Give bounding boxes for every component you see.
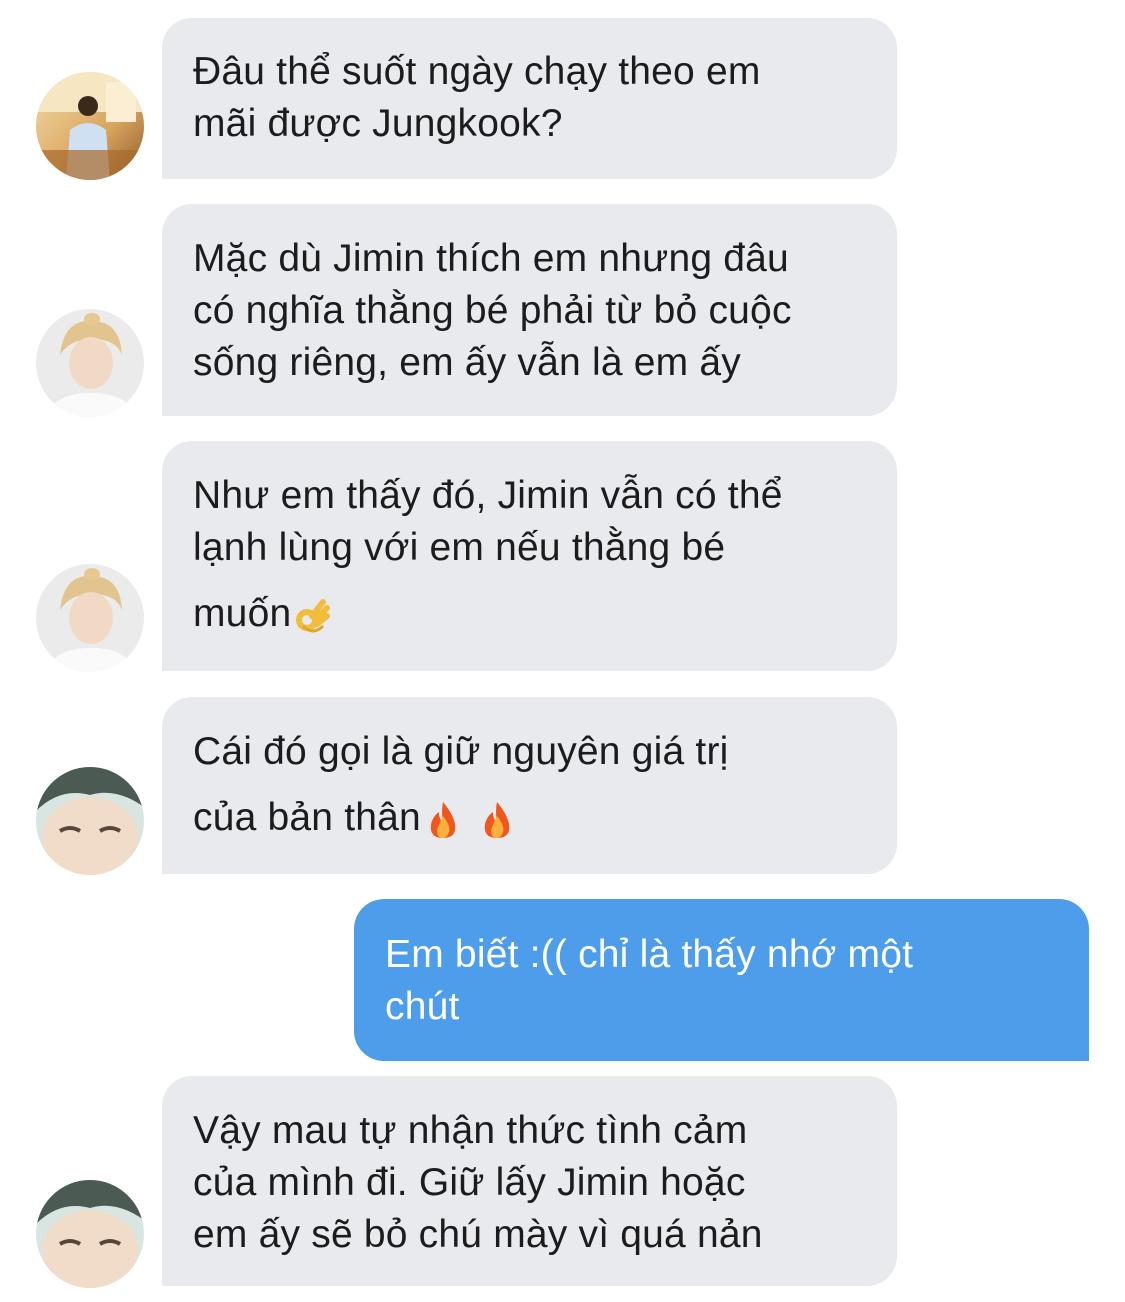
sender-avatar-6[interactable] bbox=[36, 1180, 144, 1288]
sender-avatar-1[interactable] bbox=[36, 72, 144, 180]
message-text: muốn bbox=[193, 592, 292, 635]
fire-emoji-icon bbox=[477, 800, 517, 840]
message-text-line: chút bbox=[385, 985, 460, 1028]
incoming-message-6[interactable]: Vậy mau tự nhận thức tình cảm của mình đ… bbox=[162, 1076, 897, 1286]
fire-emoji-icon bbox=[423, 800, 463, 840]
incoming-message-3[interactable]: Như em thấy đó, Jimin vẫn có thể lạnh lù… bbox=[162, 441, 897, 671]
sender-avatar-3[interactable] bbox=[36, 564, 144, 672]
outgoing-message-5[interactable]: Em biết :(( chỉ là thấy nhớ một chút bbox=[354, 899, 1089, 1061]
message-text-line: có nghĩa thằng bé phải từ bỏ cuộc bbox=[193, 289, 792, 332]
sender-avatar-4[interactable] bbox=[36, 767, 144, 875]
incoming-message-4[interactable]: Cái đó gọi là giữ nguyên giá trị của bản… bbox=[162, 697, 897, 874]
message-text-line: mãi được Jungkook? bbox=[193, 102, 563, 145]
message-text-line: Đâu thể suốt ngày chạy theo em bbox=[193, 50, 761, 93]
message-text-line: Em biết :(( chỉ là thấy nhớ một bbox=[385, 933, 914, 976]
message-text-line: của mình đi. Giữ lấy Jimin hoặc bbox=[193, 1161, 746, 1204]
message-text-line: Cái đó gọi là giữ nguyên giá trị bbox=[193, 730, 729, 773]
sender-avatar-2[interactable] bbox=[36, 309, 144, 417]
message-text: của bản thân bbox=[193, 796, 421, 839]
message-text-line-with-emoji: muốn bbox=[193, 588, 897, 640]
message-text-line: sống riêng, em ấy vẫn là em ấy bbox=[193, 341, 741, 384]
message-text-line: Mặc dù Jimin thích em nhưng đâu bbox=[193, 237, 789, 280]
message-text-line: lạnh lùng với em nếu thằng bé bbox=[193, 526, 726, 569]
message-text-line-with-emoji: của bản thân bbox=[193, 792, 897, 844]
message-text-line: em ấy sẽ bỏ chú mày vì quá nản bbox=[193, 1213, 763, 1256]
message-text-line: Như em thấy đó, Jimin vẫn có thể bbox=[193, 474, 783, 517]
incoming-message-1[interactable]: Đâu thể suốt ngày chạy theo em mãi được … bbox=[162, 18, 897, 179]
ok-hand-emoji-icon bbox=[293, 596, 333, 636]
message-text-line: Vậy mau tự nhận thức tình cảm bbox=[193, 1109, 748, 1152]
incoming-message-2[interactable]: Mặc dù Jimin thích em nhưng đâu có nghĩa… bbox=[162, 204, 897, 416]
